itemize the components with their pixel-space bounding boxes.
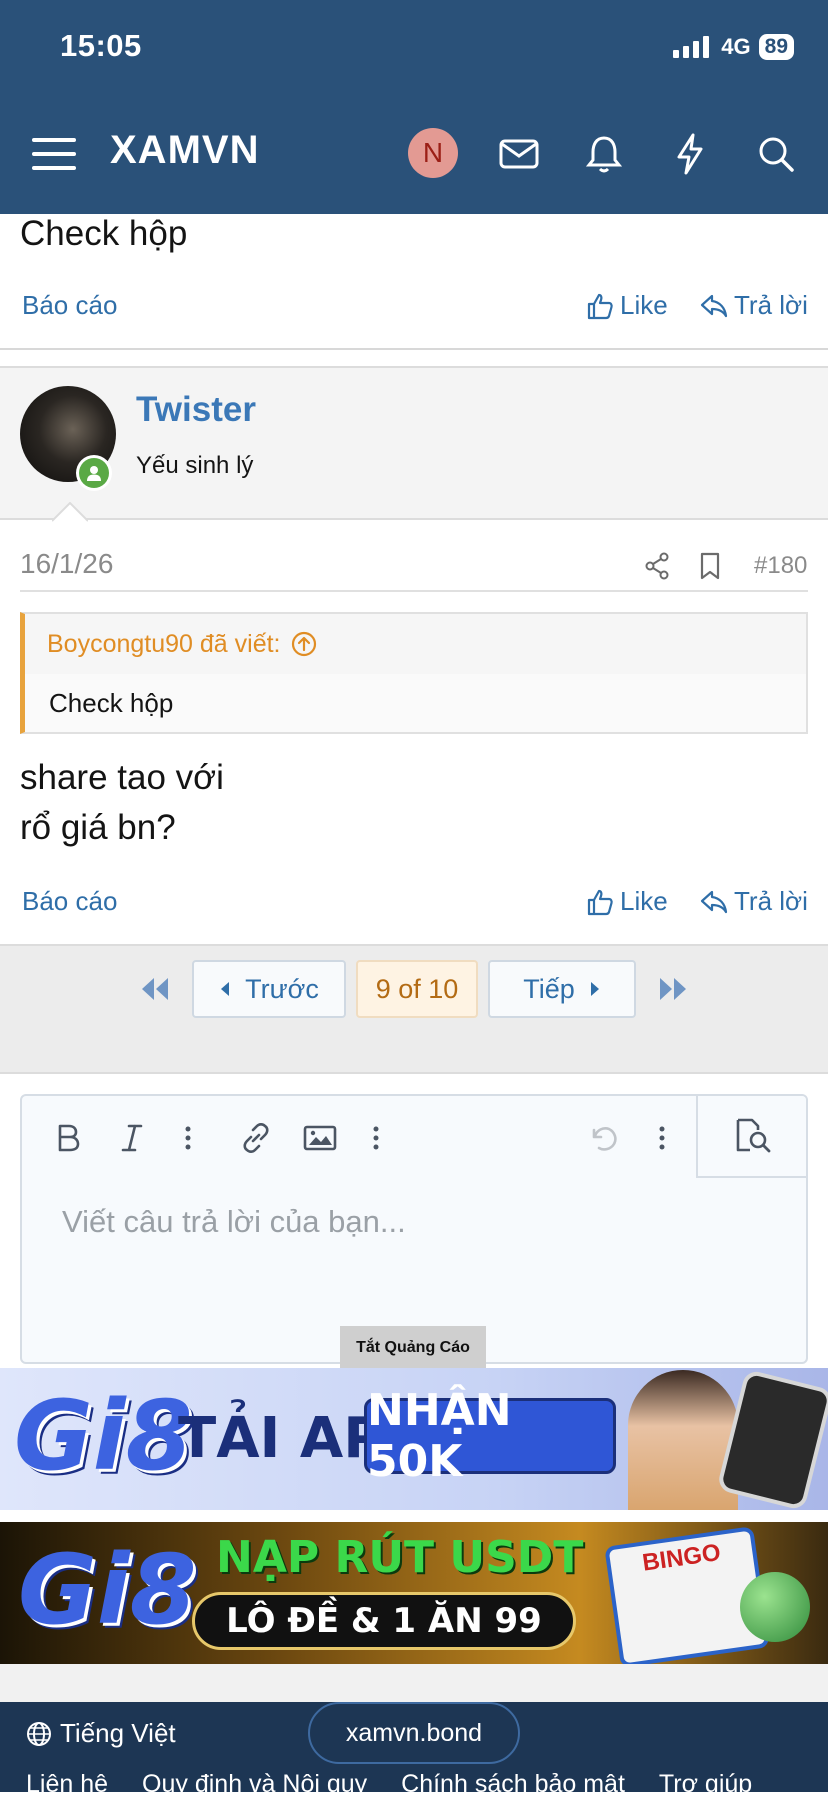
account-avatar[interactable]: N [408, 128, 458, 178]
image-icon[interactable] [298, 1116, 342, 1160]
prev-post-text: Check hộp [20, 214, 188, 253]
post-user-header [0, 366, 828, 520]
bold-icon[interactable] [46, 1116, 90, 1160]
footer-link-help[interactable]: Trợ giúp [659, 1770, 752, 1799]
reply-input[interactable]: Viết câu trả lời của bạn... [62, 1204, 406, 1240]
ad-banner-2[interactable]: Gi8 NẠP RÚT USDT LÔ ĐỀ & 1 ĂN 99 BINGO [0, 1522, 828, 1664]
language-label: Tiếng Việt [60, 1718, 176, 1748]
prev-page-button[interactable]: Trước [192, 960, 346, 1018]
prev-like-label: Like [620, 290, 668, 320]
prev-report-link[interactable]: Báo cáo [22, 290, 117, 321]
next-page-button[interactable]: Tiếp [488, 960, 636, 1018]
more-insert-icon[interactable] [354, 1116, 398, 1160]
ad2-text-1: NẠP RÚT USDT [216, 1532, 584, 1583]
reply-icon [700, 294, 728, 317]
footer-link-contact[interactable]: Liên hệ [26, 1770, 108, 1799]
preview-icon [736, 1118, 771, 1153]
reply-label: Trả lời [734, 886, 808, 916]
envelope-icon[interactable] [495, 130, 543, 178]
battery-icon: 89 [758, 34, 794, 60]
post-body-line-1: share tao với [20, 758, 224, 797]
post-date[interactable]: 16/1/26 [20, 548, 113, 580]
ad1-model-image [628, 1370, 738, 1510]
search-icon[interactable] [752, 130, 800, 178]
more-options-icon[interactable] [166, 1116, 210, 1160]
prev-reply-label: Trả lời [734, 290, 808, 320]
online-badge [76, 455, 112, 491]
bookmark-icon[interactable] [698, 552, 722, 585]
post-body-line-2: rổ giá bn? [20, 808, 176, 847]
ad2-logo: Gi8 [18, 1534, 197, 1646]
domain-badge[interactable]: xamvn.bond [308, 1702, 520, 1764]
quote-author[interactable]: Boycongtu90 đã viết: [47, 630, 281, 659]
language-selector[interactable]: Tiếng Việt [26, 1718, 176, 1749]
ad2-ball-image [740, 1572, 810, 1642]
reply-editor: Viết câu trả lời của bạn... [20, 1094, 808, 1364]
link-icon[interactable] [234, 1116, 278, 1160]
globe-icon [27, 1721, 51, 1746]
quote-header[interactable]: Boycongtu90 đã viết: [25, 614, 806, 674]
preview-button[interactable] [696, 1096, 806, 1178]
bell-icon[interactable] [580, 130, 628, 178]
editor-toolbar [22, 1096, 806, 1178]
thumbs-up-icon [587, 293, 613, 319]
italic-icon[interactable] [110, 1116, 154, 1160]
first-page-icon[interactable] [136, 974, 172, 1009]
reply-icon [700, 890, 728, 913]
post-number[interactable]: #180 [754, 552, 807, 580]
footer-link-rules[interactable]: Quy định và Nội quy [142, 1770, 367, 1799]
header-pointer [52, 502, 88, 522]
user-online-icon [87, 466, 101, 481]
site-logo[interactable]: XAMVN [110, 128, 259, 173]
ad1-text-2: NHẬN 50K [364, 1385, 616, 1487]
like-label: Like [620, 886, 668, 916]
like-button[interactable]: Like [586, 886, 668, 917]
reply-button[interactable]: Trả lời [700, 886, 808, 917]
caret-left-icon [221, 982, 230, 996]
ad-banner-1[interactable]: Gi8 TẢI APP NHẬN 50K [0, 1368, 828, 1510]
ad-spacer [0, 1664, 828, 1702]
next-page-label: Tiếp [523, 973, 575, 1004]
last-page-icon[interactable] [656, 974, 692, 1009]
share-icon[interactable] [644, 552, 670, 585]
top-header: 15:05 4G 89 XAMVN N [0, 0, 828, 214]
prev-like-button[interactable]: Like [586, 290, 668, 321]
username[interactable]: Twister [136, 390, 256, 430]
prev-reply-button[interactable]: Trả lời [700, 290, 808, 321]
close-ads-button[interactable]: Tắt Quảng Cáo [340, 1326, 486, 1370]
status-time: 15:05 [60, 28, 142, 63]
network-label: 4G [721, 34, 751, 59]
quote-text: Check hộp [49, 688, 174, 718]
undo-icon[interactable] [582, 1116, 626, 1160]
post-divider [0, 348, 828, 350]
report-link[interactable]: Báo cáo [22, 886, 117, 917]
menu-icon[interactable] [30, 130, 78, 178]
footer-links: Liên hệ Quy định và Nội quy Chính sách b… [26, 1770, 752, 1799]
status-indicators: 4G 89 [673, 34, 794, 60]
quote-block: Boycongtu90 đã viết: Check hộp [20, 612, 808, 734]
footer-link-privacy[interactable]: Chính sách bảo mật [401, 1770, 625, 1799]
meta-divider [20, 590, 808, 592]
prev-page-label: Trước [245, 973, 319, 1004]
signal-icon [673, 36, 710, 58]
ad2-text-2: LÔ ĐỀ & 1 ĂN 99 [192, 1592, 576, 1650]
ad1-logo: Gi8 [14, 1380, 193, 1492]
user-title: Yếu sinh lý [136, 452, 254, 479]
caret-right-icon [590, 982, 599, 996]
page-indicator[interactable]: 9 of 10 [356, 960, 478, 1018]
arrow-up-circle-icon[interactable] [291, 631, 317, 657]
more-actions-icon[interactable] [640, 1116, 684, 1160]
lightning-icon[interactable] [666, 130, 714, 178]
thumbs-up-icon [587, 889, 613, 915]
ad1-phone-image [716, 1368, 828, 1510]
